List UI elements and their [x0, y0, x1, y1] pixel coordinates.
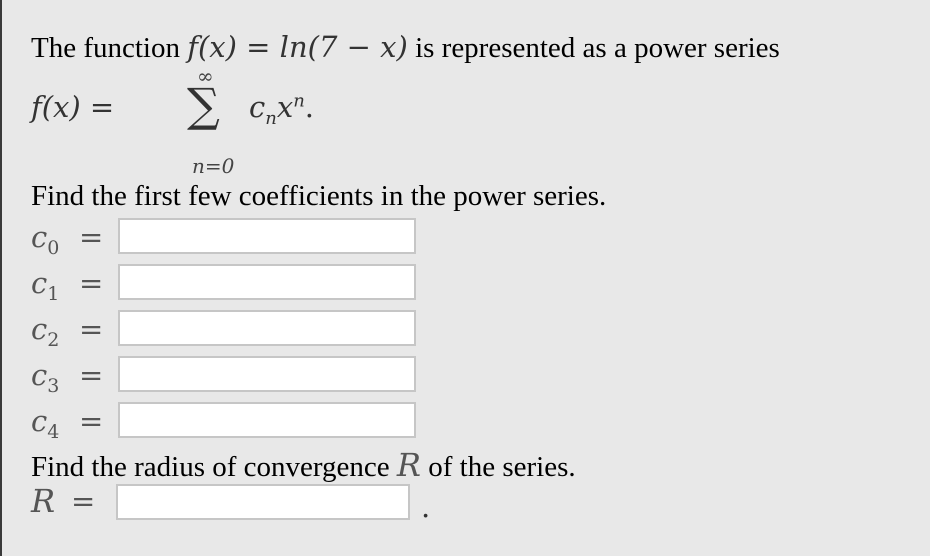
- coefficient-row-c1: c1 =: [31, 264, 431, 305]
- c1-answer-input[interactable]: [118, 264, 416, 300]
- radius-row: R = .: [31, 482, 481, 524]
- c0-answer-input[interactable]: [118, 218, 416, 254]
- term-exp: n: [293, 90, 305, 112]
- equals-sign: =: [79, 404, 104, 438]
- series-term: cnxn.: [249, 90, 314, 129]
- radius-prompt-after: of the series.: [428, 451, 576, 483]
- power-series-formula: f(x) = ∞ ∑ n=0 cnxn.: [31, 64, 431, 178]
- function-expression: f(x) = ln(7 − x): [187, 30, 408, 64]
- equals-sign: =: [79, 312, 104, 346]
- radius-prompt-before: Find the radius of convergence: [31, 451, 390, 483]
- sentence-period: .: [421, 490, 431, 524]
- intro-text-before: The function: [31, 32, 180, 64]
- equals-sign: =: [79, 358, 104, 392]
- coef-label: c1: [31, 266, 60, 305]
- coefficient-row-c3: c3 =: [31, 356, 431, 397]
- radius-label: R: [31, 482, 56, 520]
- c4-answer-input[interactable]: [118, 402, 416, 438]
- term-coef-sub: n: [265, 107, 277, 129]
- coefficient-row-c2: c2 =: [31, 310, 431, 351]
- c3-answer-input[interactable]: [118, 356, 416, 392]
- intro-text-after: is represented as a power series: [415, 32, 780, 64]
- radius-answer-input[interactable]: [116, 484, 410, 520]
- coef-label: c4: [31, 404, 60, 443]
- coef-label: c0: [31, 220, 60, 259]
- term-end: .: [304, 90, 315, 124]
- equals-sign: =: [79, 266, 104, 300]
- c2-answer-input[interactable]: [118, 310, 416, 346]
- term-coef: c: [249, 90, 266, 124]
- coef-label: c3: [31, 358, 60, 397]
- sum-lower-limit: n=0: [192, 154, 235, 178]
- sigma-symbol: ∑: [187, 78, 220, 132]
- window-left-border: [0, 0, 2, 556]
- coef-label: c2: [31, 312, 60, 351]
- series-lhs: f(x) =: [31, 90, 115, 124]
- equals-sign: =: [79, 220, 104, 254]
- coefficient-row-c4: c4 =: [31, 402, 431, 443]
- equals-sign: =: [71, 484, 96, 518]
- coefficient-row-c0: c0 =: [31, 218, 431, 259]
- radius-symbol: R: [396, 446, 421, 484]
- radius-prompt: Find the radius of convergence R of the …: [31, 446, 576, 484]
- term-var: x: [276, 90, 294, 124]
- intro-sentence: The function f(x) = ln(7 − x) is represe…: [31, 30, 780, 65]
- coefficients-prompt: Find the first few coefficients in the p…: [31, 180, 607, 212]
